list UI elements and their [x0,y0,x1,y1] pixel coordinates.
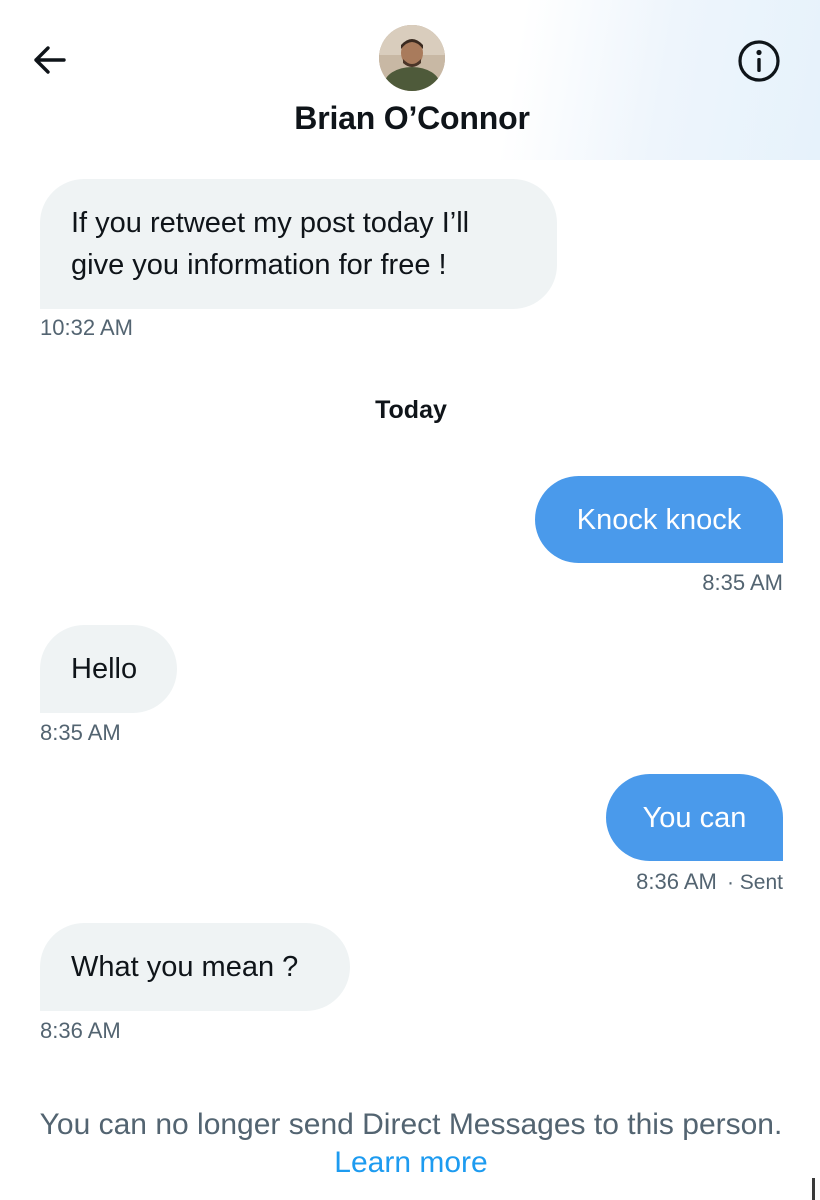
learn-more-link-row: Learn more [0,1146,820,1180]
message-timestamp: 10:32 AM [40,315,133,340]
message-timestamp: 8:35 AM [702,570,783,595]
incoming-message[interactable]: Hello [40,625,177,713]
avatar-photo [379,25,445,91]
message-timestamp-row: 8:36 AM · Sent [540,869,783,895]
outgoing-message[interactable]: You can [606,774,783,861]
avatar[interactable] [379,25,445,91]
message-timestamp: 8:35 AM [40,720,121,745]
message-timestamp: 8:36 AM [40,1018,121,1043]
arrow-left-icon [34,46,66,74]
scrollbar-thumb[interactable] [812,1178,815,1200]
dm-disabled-notice: You can no longer send Direct Messages t… [39,1108,783,1141]
date-separator: Today [375,396,447,424]
message-timestamp: 8:36 AM [636,869,717,894]
contact-name[interactable]: Brian O’Connor [0,100,820,137]
message-text: Hello [71,653,138,685]
incoming-message[interactable]: If you retweet my post today I’ll give y… [40,179,557,309]
outgoing-message[interactable]: Knock knock [535,476,783,563]
message-text-line: If you retweet my post today I’ll [71,207,470,239]
message-text: You can [642,801,747,834]
delivery-status: · Sent [726,871,783,894]
back-button[interactable] [28,38,72,82]
info-circle-icon [738,40,780,82]
message-text: What you mean ? [71,951,299,983]
learn-more-link[interactable]: Learn more [334,1146,487,1179]
message-text: Knock knock [576,503,742,536]
conversation-info-button[interactable] [736,38,782,84]
message-text-line: give you information for free ! [71,249,447,281]
conversation-header: Brian O’Connor [0,0,820,160]
incoming-message[interactable]: What you mean ? [40,923,350,1011]
